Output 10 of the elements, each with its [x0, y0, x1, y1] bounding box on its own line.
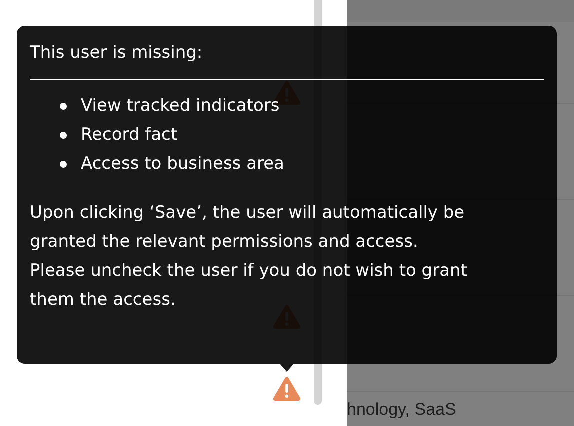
tooltip-title: This user is missing:: [30, 39, 544, 80]
missing-permission: Record fact: [81, 124, 178, 147]
bullet-icon: [60, 161, 67, 168]
warning-icon: [273, 376, 301, 401]
missing-permission: Access to business area: [81, 152, 284, 176]
tooltip-message: Upon clicking ‘Save’, the user will automatically be granted the relevant permissions and access. Please uncheck the user if you do not wish to grant them the access.: [30, 202, 468, 312]
missing-permission: View tracked indicators: [81, 94, 280, 118]
bullet-icon: [60, 103, 67, 110]
table-cell-text: hnology, SaaS: [347, 400, 458, 420]
bullet-icon: [60, 132, 67, 139]
